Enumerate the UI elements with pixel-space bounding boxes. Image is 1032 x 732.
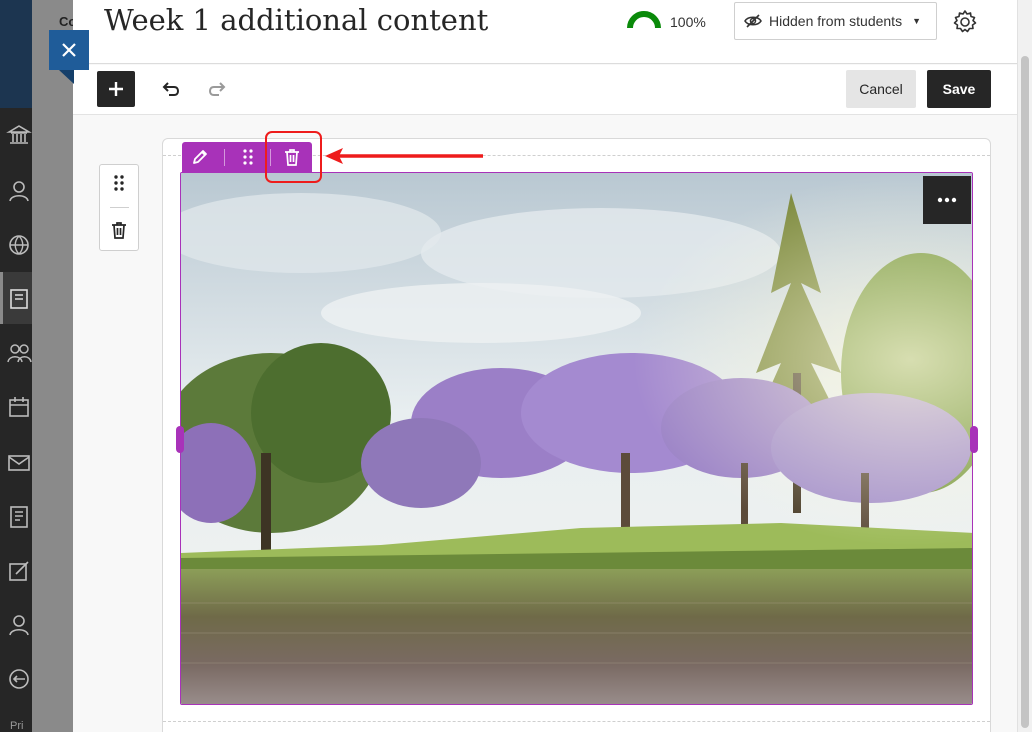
block-dropzone-bottom: [163, 721, 990, 722]
scrollbar-thumb[interactable]: [1021, 56, 1029, 728]
jacaranda-lake-image: [181, 173, 972, 704]
pencil-icon: [193, 150, 207, 164]
progress-percent: 100%: [670, 14, 706, 30]
globe-icon[interactable]: [6, 232, 32, 258]
progress-gauge-arc: [627, 11, 661, 29]
tools-icon[interactable]: [6, 558, 32, 584]
block-toolbar: [182, 142, 312, 173]
page-title: Week 1 additional content: [104, 3, 489, 37]
delete-block-button[interactable]: [282, 147, 302, 167]
redo-icon: [208, 82, 226, 96]
progress-gauge: [627, 10, 661, 35]
add-content-button[interactable]: [97, 71, 135, 107]
delete-row-button[interactable]: [109, 220, 129, 240]
signout-icon[interactable]: [6, 666, 32, 692]
image-options-button[interactable]: [923, 176, 971, 224]
block-toolbar-divider: [270, 149, 271, 166]
settings-button[interactable]: [951, 8, 979, 36]
editor-toolbar: Cancel Save: [73, 65, 1017, 115]
close-icon: [62, 43, 76, 57]
calendar-icon[interactable]: [6, 394, 32, 420]
move-block-handle[interactable]: [238, 147, 258, 167]
row-tools: [99, 164, 139, 251]
visibility-label: Hidden from students: [769, 13, 903, 29]
people-icon[interactable]: [6, 612, 32, 638]
row-drag-handle[interactable]: [109, 173, 129, 193]
courses-icon[interactable]: [6, 286, 32, 312]
groups-icon[interactable]: [6, 340, 32, 366]
nav-footer-text: Pri: [10, 720, 24, 732]
chevron-down-icon: ▼: [912, 16, 921, 26]
undo-icon: [162, 82, 180, 96]
save-button[interactable]: Save: [927, 70, 991, 108]
close-panel-button[interactable]: [49, 30, 89, 70]
resize-handle-right[interactable]: [970, 426, 978, 453]
redo-button[interactable]: [205, 77, 229, 101]
institution-icon[interactable]: [6, 122, 32, 148]
vertical-scrollbar[interactable]: [1017, 0, 1032, 732]
cancel-button[interactable]: Cancel: [846, 70, 916, 108]
trash-icon: [112, 222, 126, 239]
institution-logo: [0, 0, 32, 108]
image-block[interactable]: [180, 172, 973, 705]
drag-handle-icon: [114, 175, 124, 191]
block-toolbar-divider: [224, 149, 225, 166]
resize-handle-left[interactable]: [176, 426, 184, 453]
edit-block-button[interactable]: [190, 147, 210, 167]
grades-icon[interactable]: [6, 504, 32, 530]
background-course-strip: Co: [32, 0, 76, 732]
more-horizontal-icon: [937, 197, 957, 203]
editor-panel: Week 1 additional content 100% Hidden fr…: [73, 0, 1017, 732]
close-button-tail: [59, 70, 74, 84]
plus-icon: [109, 82, 123, 96]
eye-slash-icon: [744, 14, 762, 28]
undo-button[interactable]: [159, 77, 183, 101]
gear-icon: [953, 10, 977, 33]
drag-handle-icon: [243, 149, 253, 165]
row-tools-divider: [110, 207, 129, 208]
visibility-dropdown[interactable]: Hidden from students ▼: [734, 2, 937, 40]
trash-icon: [285, 149, 299, 166]
panel-header: Week 1 additional content 100% Hidden fr…: [73, 0, 1017, 64]
left-navigation: Pri: [0, 0, 32, 732]
messages-icon[interactable]: [6, 450, 32, 476]
profile-icon[interactable]: [6, 178, 32, 204]
